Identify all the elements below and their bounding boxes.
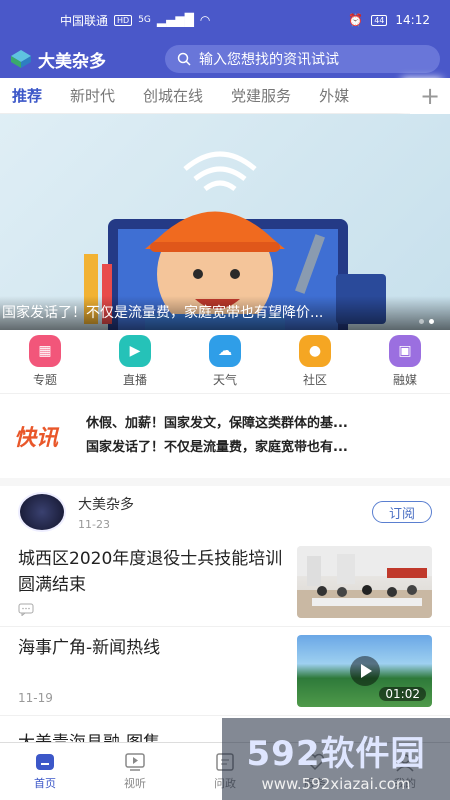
comment-icon-svg (18, 603, 34, 616)
signal-icon: ▂▄▆█ (156, 13, 194, 27)
subscribe-button[interactable]: 订阅 (372, 501, 432, 523)
news-title: 城西区2020年度退役士兵技能培训圆满结束 (18, 549, 283, 595)
search-placeholder: 输入您想找的资讯试试 (199, 52, 339, 68)
chat-bubble-icon: ● (299, 335, 331, 367)
source-name[interactable]: 大美杂多 (78, 494, 360, 514)
quick-link-media[interactable]: ▣ 融媒 (375, 335, 435, 388)
news-thumbnail[interactable] (297, 546, 432, 618)
app-logo[interactable]: 大美杂多 (10, 47, 155, 72)
quick-link-label: 天气 (212, 373, 237, 387)
category-tabs: 推荐 新时代 创城在线 党建服务 外媒 + (0, 78, 450, 114)
flash-news[interactable]: 快讯 休假、加薪！国家发文，保障这类群体的基... 国家发话了！不仅是流量费，家… (0, 394, 450, 486)
nav-label: 首页 (34, 777, 56, 790)
site-watermark: 592软件园 www.592xiazai.com (222, 718, 450, 800)
home-icon (36, 754, 54, 770)
watermark-url: www.592xiazai.com (261, 774, 411, 793)
news-title: 海事广角-新闻热线 (18, 638, 161, 658)
source-date: 11-23 (78, 517, 110, 531)
news-date: 11-19 (18, 691, 53, 705)
logo-icon (11, 50, 31, 68)
flash-headline[interactable]: 国家发话了！不仅是流量费，家庭宽带也有... (86, 436, 416, 460)
search-input[interactable]: 输入您想找的资讯试试 (165, 45, 440, 73)
quick-link-topics[interactable]: ▦ 专题 (15, 335, 75, 388)
quick-link-label: 直播 (122, 373, 147, 387)
app-name: 大美杂多 (38, 51, 106, 72)
carousel-dot (419, 319, 424, 324)
add-tab-icon[interactable]: + (410, 78, 450, 114)
hd-badge: HD (114, 14, 133, 26)
classroom-image (297, 546, 432, 618)
news-item[interactable]: 海事广角-新闻热线 11-19 01:02 (0, 627, 450, 716)
video-thumbnail[interactable]: 01:02 (297, 635, 432, 707)
video-camera-icon: ▶ (119, 335, 151, 367)
alarm-icon: ⏰ (348, 13, 364, 27)
comment-icon[interactable] (18, 600, 283, 618)
tab-city-online[interactable]: 创城在线 (143, 85, 203, 106)
quick-link-weather[interactable]: ☁ 天气 (195, 335, 255, 388)
cloud-icon: ☁ (209, 335, 241, 367)
video-duration: 01:02 (379, 687, 426, 701)
quick-link-label: 融媒 (392, 373, 417, 387)
tab-foreign-media[interactable]: 外媒 (319, 85, 349, 106)
flash-headline[interactable]: 休假、加薪！国家发文，保障这类群体的基... (86, 412, 416, 436)
source-header: 大美杂多 11-23 订阅 (0, 486, 450, 538)
nav-home[interactable]: 首页 (15, 752, 75, 791)
nav-watch[interactable]: 视听 (105, 752, 165, 791)
carousel-dot-active (429, 319, 434, 324)
status-bar: 中国联通 HD 5G ▂▄▆█ ◠ ⏰ 44 14:12 (0, 0, 450, 40)
tab-recommend[interactable]: 推荐 (12, 85, 42, 106)
quick-link-label: 专题 (32, 373, 57, 387)
topics-icon: ▦ (29, 335, 61, 367)
quick-link-live[interactable]: ▶ 直播 (105, 335, 165, 388)
avatar[interactable] (18, 492, 66, 532)
carrier-label: 中国联通 (60, 13, 109, 28)
tv-icon: ▣ (389, 335, 421, 367)
quick-link-community[interactable]: ● 社区 (285, 335, 345, 388)
banner-carousel[interactable]: 国家发话了！不仅是流量费，家庭宽带也有望降价... (0, 114, 450, 330)
carousel-dots (419, 319, 434, 324)
play-icon[interactable] (349, 656, 380, 686)
quick-links: ▦ 专题 ▶ 直播 ☁ 天气 ● 社区 ▣ 融媒 (0, 330, 450, 394)
wifi-icon: ◠ (199, 13, 211, 27)
tab-party-service[interactable]: 党建服务 (231, 85, 291, 106)
battery-icon: 44 (371, 14, 388, 26)
tab-new-era[interactable]: 新时代 (70, 85, 115, 106)
tv-play-icon (125, 753, 145, 771)
flash-logo: 快讯 (14, 426, 59, 451)
quick-link-label: 社区 (302, 373, 327, 387)
signal-label: 5G (138, 15, 151, 25)
app-header: 大美杂多 输入您想找的资讯试试 (0, 40, 450, 78)
nav-label: 视听 (124, 777, 146, 790)
banner-caption: 国家发话了！不仅是流量费，家庭宽带也有望降价... (0, 296, 450, 330)
clock-time: 14:12 (395, 13, 430, 27)
search-icon (177, 52, 191, 66)
news-item[interactable]: 城西区2020年度退役士兵技能培训圆满结束 (0, 538, 450, 627)
watermark-title: 592软件园 (246, 733, 426, 774)
